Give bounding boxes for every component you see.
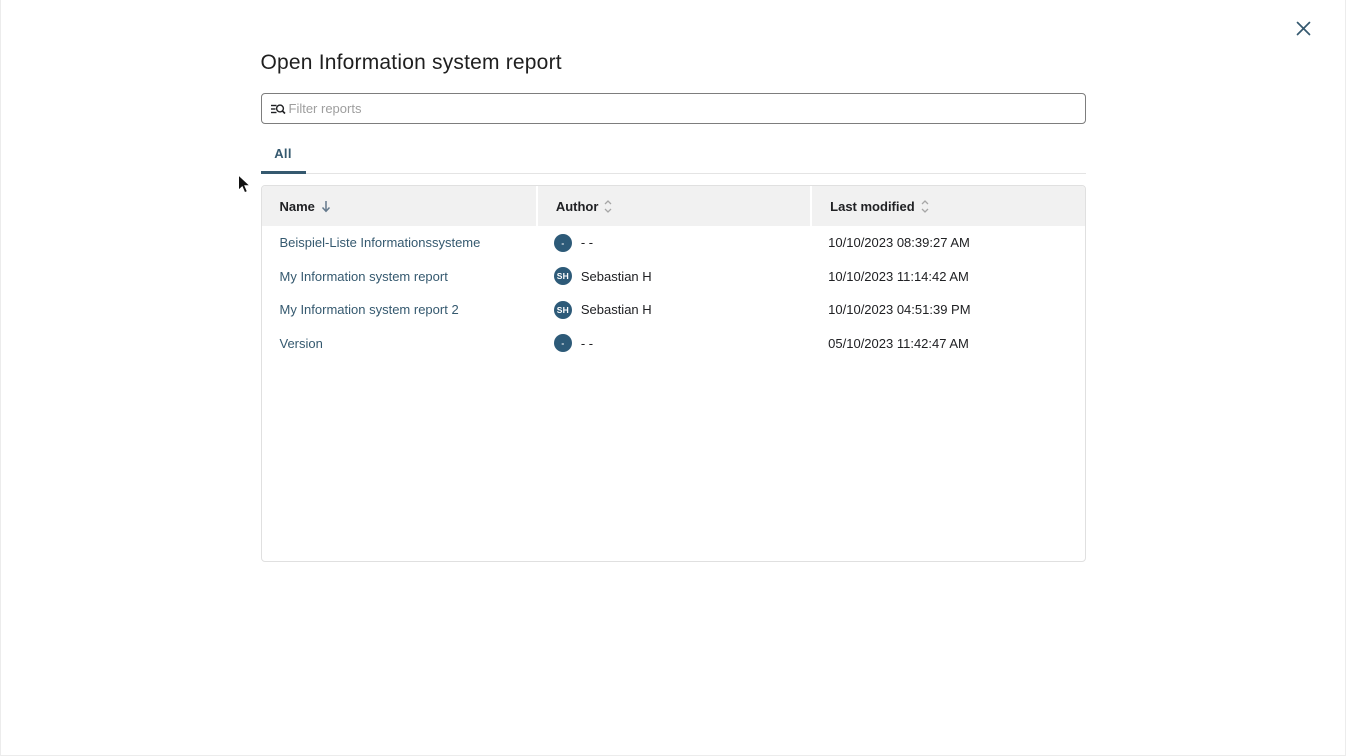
last-modified-cell: 10/10/2023 08:39:27 AM	[810, 226, 1084, 260]
name-cell: My Information system report	[262, 260, 536, 294]
name-cell: Beispiel-Liste Informationssysteme	[262, 226, 536, 260]
author-avatar: SH	[554, 267, 572, 285]
last-modified-cell: 10/10/2023 11:14:42 AM	[810, 260, 1084, 294]
author-name: Sebastian H	[581, 302, 652, 317]
dialog-content: Open Information system report All Name	[261, 0, 1086, 562]
table-row[interactable]: Beispiel-Liste Informationssysteme-- -10…	[262, 226, 1085, 260]
column-label: Last modified	[830, 199, 915, 214]
mouse-cursor	[237, 174, 252, 195]
tab-bar: All	[261, 140, 1086, 174]
dialog-title: Open Information system report	[261, 48, 1086, 78]
name-cell: My Information system report 2	[262, 293, 536, 327]
table-header: Name Author Last modified	[262, 186, 1085, 226]
report-table-body: Beispiel-Liste Informationssysteme-- -10…	[262, 226, 1085, 360]
reports-table: Name Author Last modified	[261, 185, 1086, 562]
column-header-name[interactable]: Name	[262, 186, 536, 226]
last-modified-cell: 10/10/2023 04:51:39 PM	[810, 293, 1084, 327]
last-modified-cell: 05/10/2023 11:42:47 AM	[810, 327, 1084, 361]
unsorted-icon	[921, 200, 929, 213]
filter-reports-field[interactable]	[261, 93, 1086, 124]
table-row[interactable]: My Information system report 2 SH Sebastia…	[262, 293, 1085, 327]
author-name: - -	[581, 235, 593, 250]
author-cell: -- -	[536, 226, 810, 260]
arrow-down-icon	[321, 200, 331, 213]
close-icon	[1296, 21, 1311, 36]
author-cell: SH Sebastian H	[536, 293, 810, 327]
author-name: Sebastian H	[581, 269, 652, 284]
filter-search-icon	[270, 102, 286, 116]
unsorted-icon	[604, 200, 612, 213]
report-name-link[interactable]: My Information system report 2	[280, 302, 459, 317]
report-picker-dialog: Open Information system report All Name	[0, 0, 1346, 756]
report-name-link[interactable]: My Information system report	[280, 269, 448, 284]
close-button[interactable]	[1291, 16, 1315, 40]
author-avatar: -	[554, 234, 572, 252]
table-row[interactable]: My Information system report SH Sebastian …	[262, 260, 1085, 294]
column-header-author[interactable]: Author	[536, 186, 810, 226]
filter-reports-input[interactable]	[289, 94, 1077, 123]
tab-all[interactable]: All	[261, 140, 306, 174]
author-cell: -- -	[536, 327, 810, 361]
table-row[interactable]: Version-- -05/10/2023 11:42:47 AM	[262, 327, 1085, 361]
report-name-link[interactable]: Beispiel-Liste Informationssysteme	[280, 235, 481, 250]
column-label: Name	[280, 199, 315, 214]
author-name: - -	[581, 336, 593, 351]
author-cell: SH Sebastian H	[536, 260, 810, 294]
author-avatar: -	[554, 334, 572, 352]
name-cell: Version	[262, 327, 536, 361]
column-header-last-modified[interactable]: Last modified	[810, 186, 1084, 226]
author-avatar: SH	[554, 301, 572, 319]
report-name-link[interactable]: Version	[280, 336, 323, 351]
column-label: Author	[556, 199, 599, 214]
